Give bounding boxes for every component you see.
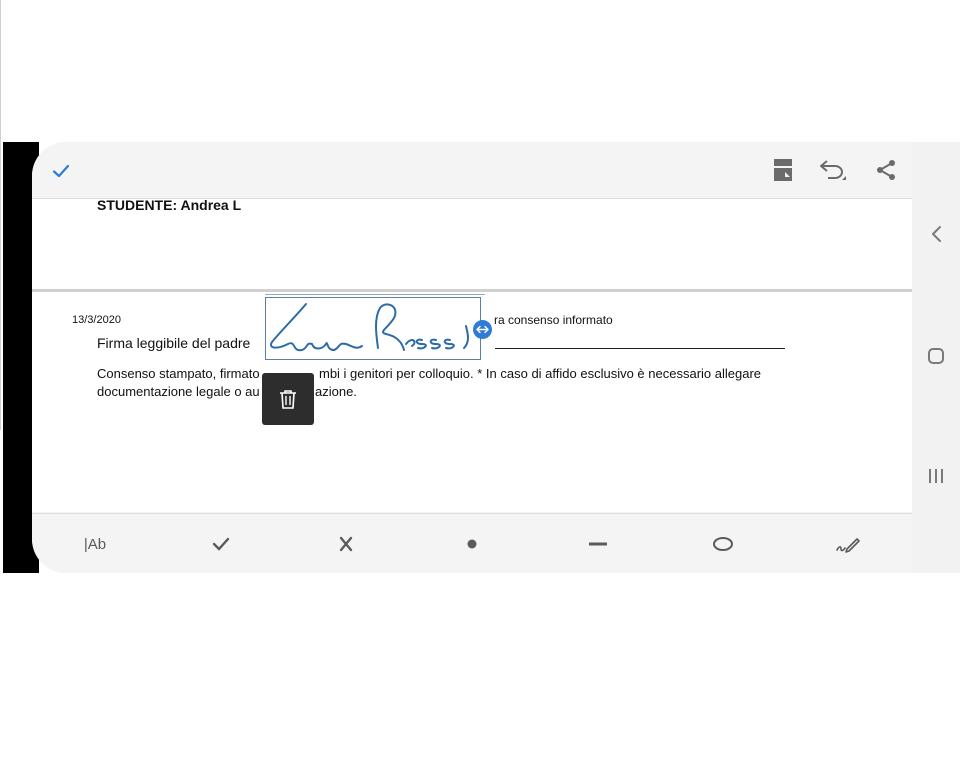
sign-tool[interactable] — [818, 514, 878, 573]
undo-button[interactable] — [816, 154, 850, 186]
note-line-2a: documentazione legale o au — [97, 384, 260, 399]
line-tool[interactable] — [568, 514, 628, 573]
line-icon — [589, 542, 607, 546]
cross-tool[interactable] — [316, 514, 376, 573]
home-square-icon — [928, 348, 944, 364]
cross-icon — [339, 536, 353, 552]
handwritten-signature — [270, 303, 469, 352]
undo-icon — [820, 160, 846, 180]
trash-icon — [280, 390, 296, 409]
note-line-2b: azione. — [315, 384, 357, 399]
share-button[interactable] — [870, 154, 902, 186]
ellipse-tool[interactable] — [693, 514, 753, 573]
checkmark-icon — [212, 537, 230, 551]
document-page-2: 13/3/2020 ra consenso informato Firma le… — [32, 292, 912, 512]
delete-signature-button[interactable] — [262, 373, 314, 425]
chevron-left-icon — [932, 226, 941, 242]
page-thumbnail-button[interactable] — [767, 154, 799, 186]
signature-annotation[interactable] — [265, 297, 481, 360]
check-tool[interactable] — [191, 514, 251, 573]
resize-arrows-icon — [476, 325, 489, 334]
frame-edge — [0, 0, 1, 430]
student-label: STUDENTE: Andrea L — [97, 197, 242, 213]
document-date: 13/3/2020 — [72, 314, 121, 326]
pen-sign-icon — [836, 538, 860, 553]
recents-button[interactable] — [912, 464, 960, 488]
fill-sign-app: STUDENTE: Andrea L 13/3/2020 ra consenso… — [32, 142, 912, 573]
note-line-1b: mbi i genitori per colloquio. * In caso … — [319, 366, 762, 381]
document-page-1: STUDENTE: Andrea L — [32, 197, 912, 289]
done-button[interactable] — [46, 156, 76, 186]
back-button[interactable] — [912, 222, 960, 246]
top-toolbar — [32, 142, 912, 199]
resize-handle[interactable] — [473, 320, 492, 339]
recents-icon — [929, 469, 943, 483]
note-line-1a: Consenso stampato, firmato — [97, 366, 260, 381]
text-tool[interactable]: |Ab — [65, 514, 125, 573]
home-button[interactable] — [912, 344, 960, 368]
consent-text-partial: ra consenso informato — [494, 313, 613, 327]
system-navigation-bar — [912, 142, 960, 573]
text-tool-label: |Ab — [83, 535, 107, 553]
signature-selection-guide — [265, 294, 485, 295]
father-signature-label: Firma leggibile del padre — [97, 335, 251, 351]
dot-tool[interactable] — [442, 514, 502, 573]
signature-line — [495, 348, 785, 349]
check-icon — [52, 164, 70, 178]
share-icon — [877, 160, 895, 180]
ellipse-icon — [713, 537, 733, 551]
document-icon — [774, 159, 792, 181]
dot-icon — [467, 539, 477, 549]
annotation-toolbar: |Ab — [32, 513, 912, 573]
